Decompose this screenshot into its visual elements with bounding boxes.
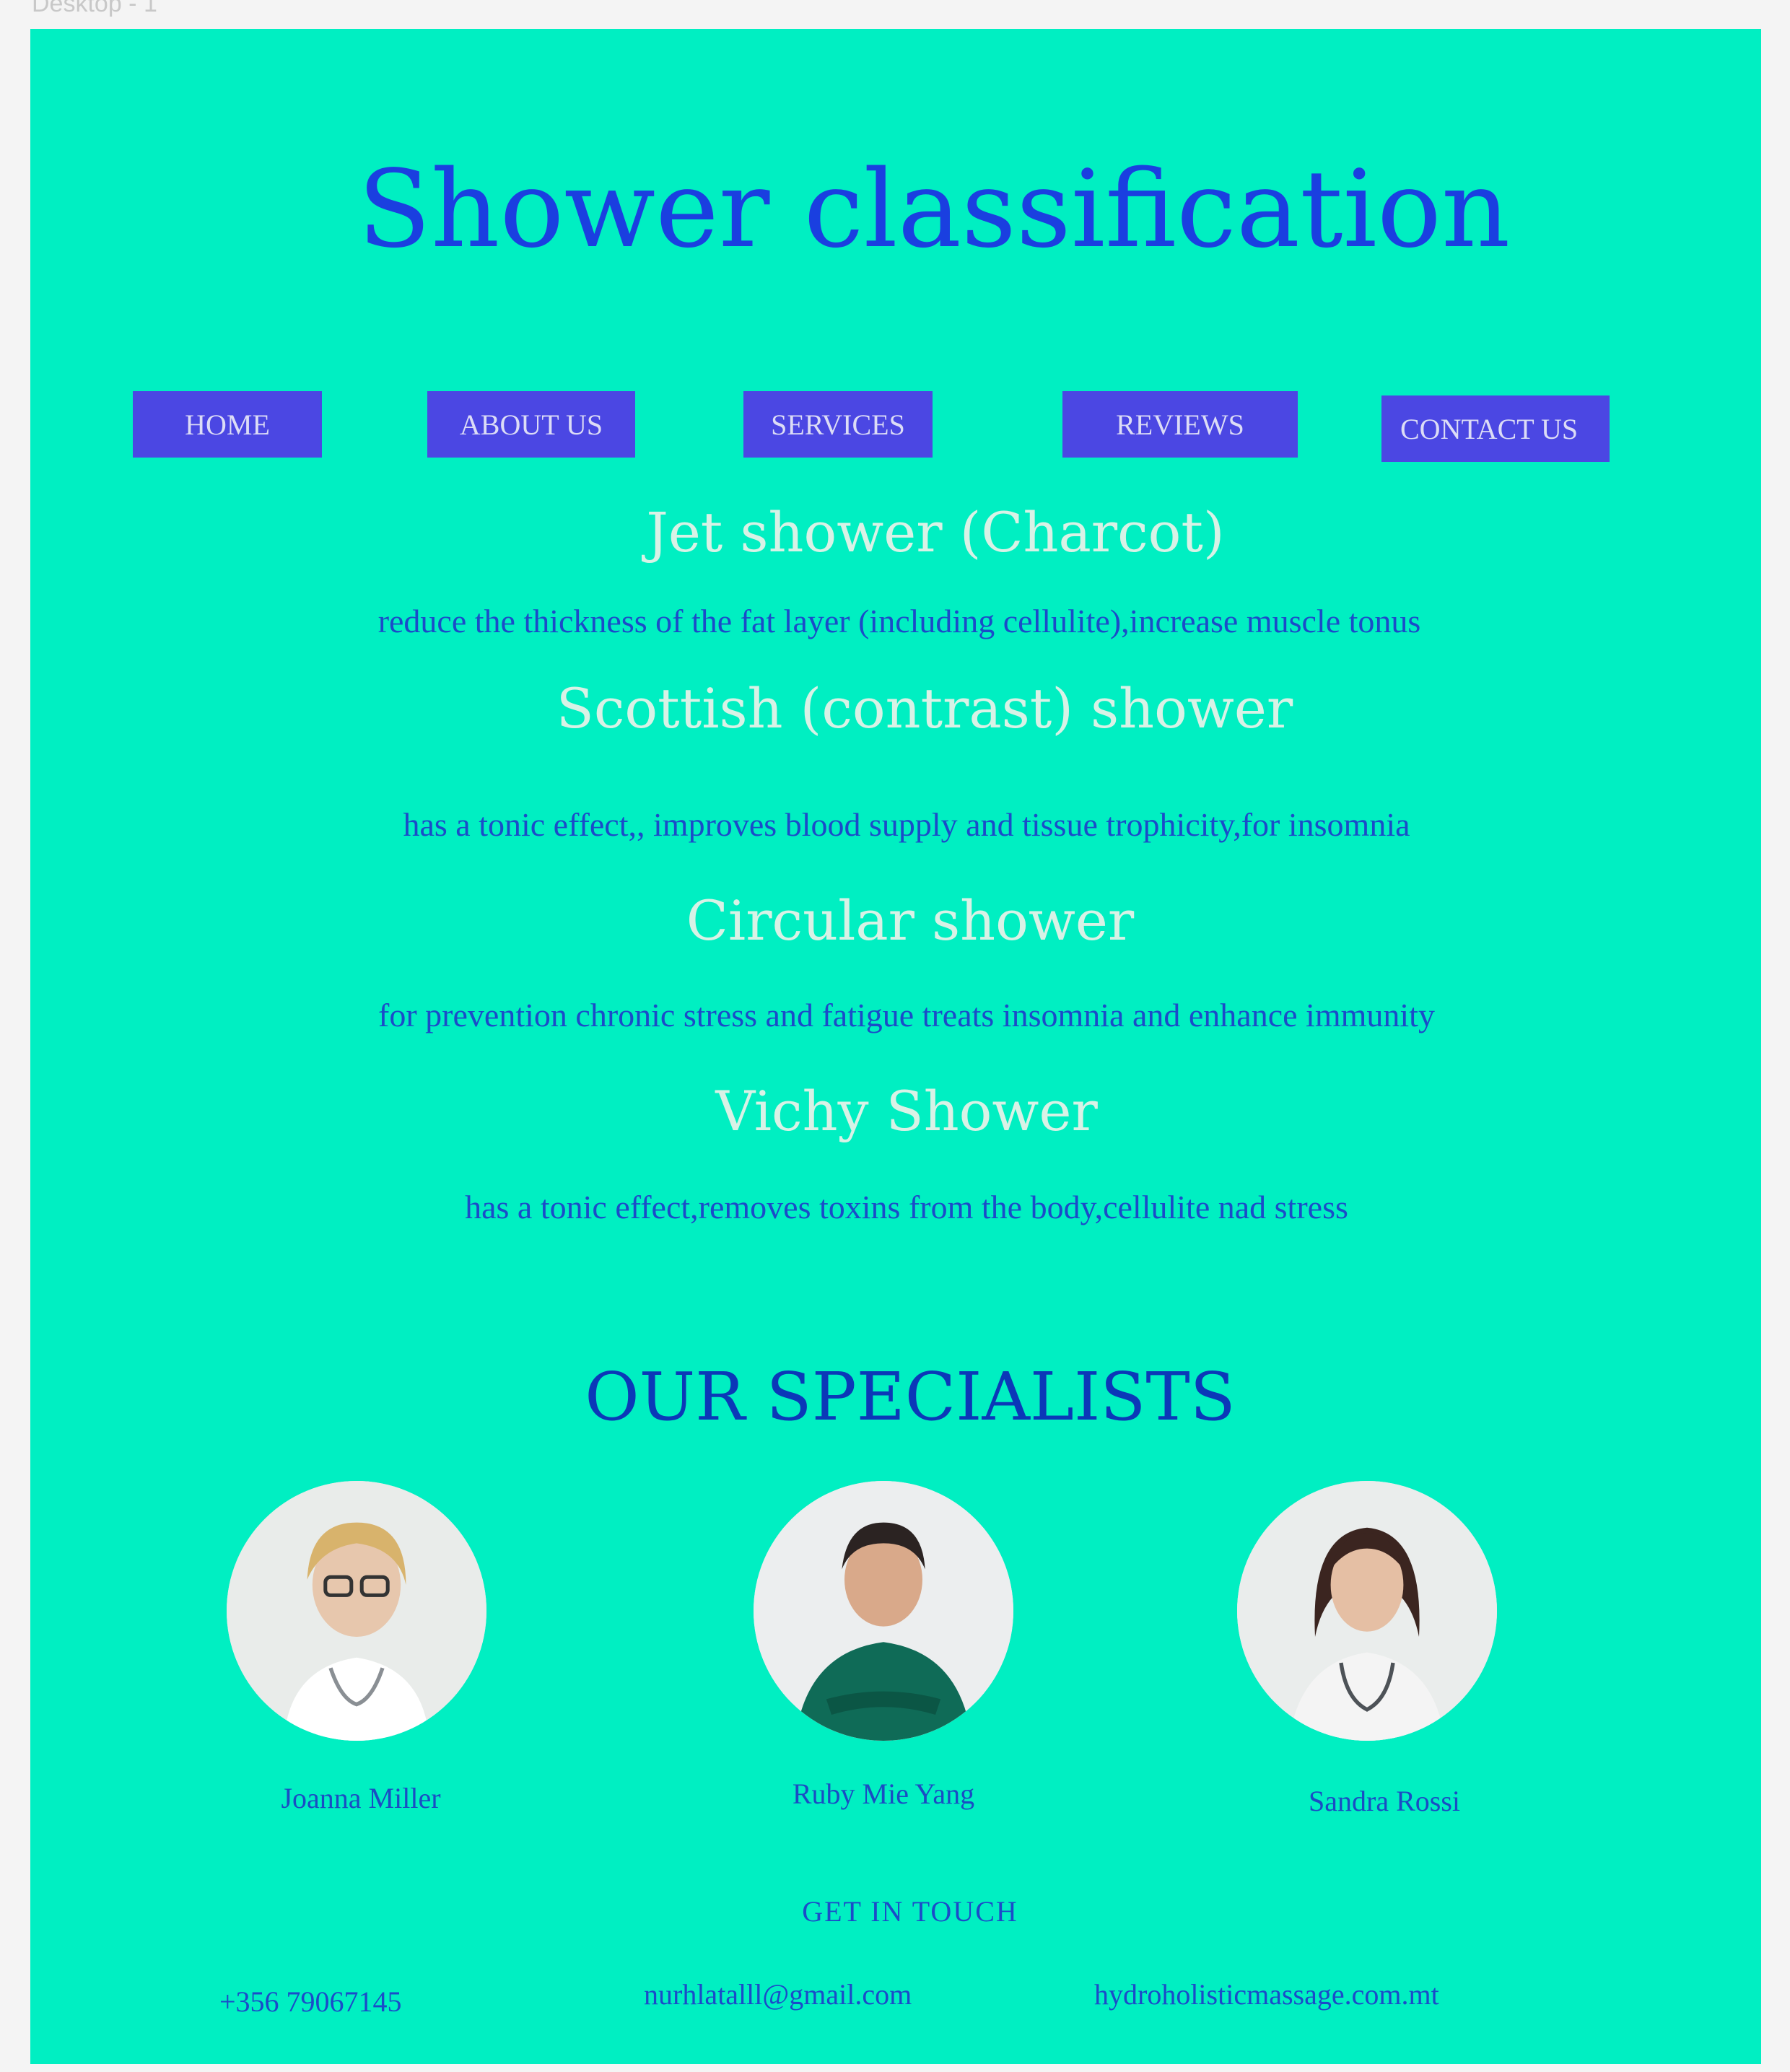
section-heading-circular-shower: Circular shower: [686, 888, 1135, 953]
specialist-name-sandra: Sandra Rossi: [1309, 1785, 1460, 1817]
person-photo-icon: [1237, 1481, 1497, 1741]
section-text-scottish-shower: has a tonic effect,, improves blood supp…: [403, 806, 1410, 843]
person-photo-icon: [754, 1481, 1013, 1741]
page-canvas: Shower classification HOME ABOUT US SERV…: [30, 29, 1761, 2064]
nav-contact-us-button[interactable]: CONTACT US: [1381, 395, 1610, 462]
contact-email-link[interactable]: nurhlatalll@gmail.com: [644, 1977, 912, 2011]
specialist-name-ruby: Ruby Mie Yang: [792, 1778, 975, 1810]
nav-services-button[interactable]: SERVICES: [743, 391, 933, 458]
section-heading-jet-shower: Jet shower (Charcot): [646, 500, 1225, 564]
specialist-avatar-ruby: [754, 1481, 1013, 1741]
page-title: Shower classification: [357, 147, 1511, 271]
specialist-name-joanna: Joanna Miller: [281, 1782, 441, 1814]
frame-label: Desktop - 1: [32, 0, 157, 17]
section-text-jet-shower: reduce the thickness of the fat layer (i…: [377, 603, 1421, 639]
section-text-circular-shower: for prevention chronic stress and fatigu…: [378, 997, 1435, 1033]
section-text-vichy-shower: has a tonic effect,removes toxins from t…: [465, 1189, 1348, 1225]
specialists-heading: OUR SPECIALISTS: [585, 1358, 1236, 1435]
nav-home-button[interactable]: HOME: [133, 391, 322, 458]
specialist-avatar-joanna: [227, 1481, 486, 1741]
section-heading-scottish-shower: Scottish (contrast) shower: [556, 676, 1293, 740]
nav-reviews-button[interactable]: REVIEWS: [1062, 391, 1298, 458]
specialist-avatar-sandra: [1237, 1481, 1497, 1741]
contact-website-link[interactable]: hydroholisticmassage.com.mt: [1094, 1977, 1439, 2011]
contact-phone: +356 79067145: [219, 1985, 402, 2018]
contact-heading: GET IN TOUCH: [802, 1895, 1018, 1928]
person-photo-icon: [227, 1481, 486, 1741]
section-heading-vichy-shower: Vichy Shower: [715, 1079, 1098, 1143]
nav-about-us-button[interactable]: ABOUT US: [427, 391, 635, 458]
